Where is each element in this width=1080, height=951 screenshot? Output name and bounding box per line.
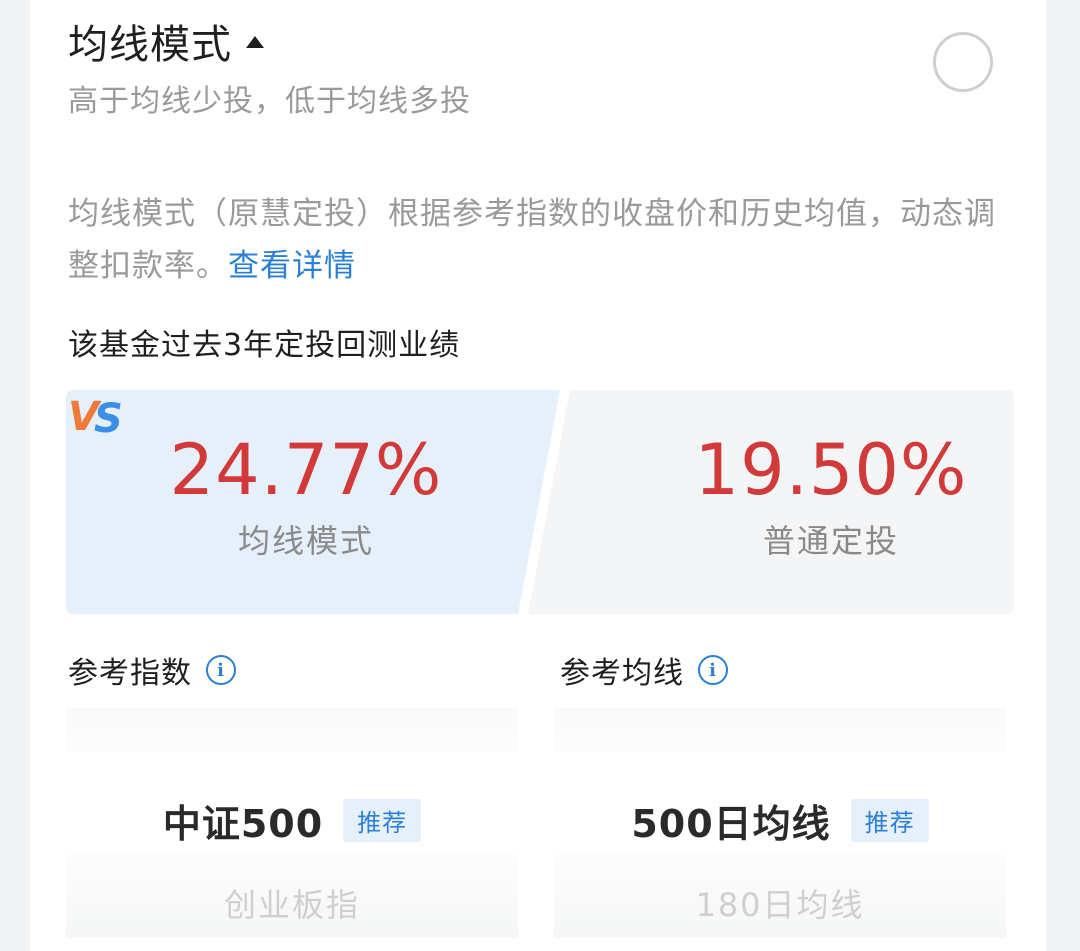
radio-unchecked-icon[interactable] <box>933 32 993 92</box>
selected-ma-option: 500日均线 <box>631 801 831 846</box>
ma-mode-return-value: 24.77% <box>169 429 443 511</box>
picker-fade-top <box>554 708 1006 752</box>
mode-description: 均线模式（原慧定投）根据参考指数的收盘价和历史均值，动态调整扣款率。查看详情 <box>68 188 1008 292</box>
mode-subtitle: 高于均线少投，低于均线多投 <box>68 84 471 119</box>
recommended-badge: 推荐 <box>850 798 929 842</box>
recommended-badge: 推荐 <box>343 798 422 842</box>
reference-index-title: 参考指数 <box>68 656 192 691</box>
regular-plan-return: 19.50% 普通定投 <box>641 430 1021 562</box>
picker-selected-row[interactable]: 中证500 推荐 <box>66 792 518 848</box>
reference-ma-title: 参考均线 <box>560 656 684 691</box>
selected-index-option: 中证500 <box>162 801 324 846</box>
backtest-title: 该基金过去3年定投回测业绩 <box>68 328 461 363</box>
backtest-comparison: 24.77% 均线模式 V S 19.50% 普通定投 <box>66 390 1014 614</box>
picker-option[interactable]: 180日均线 <box>554 880 1006 926</box>
info-icon[interactable]: i <box>206 655 236 685</box>
ma-mode-return: 24.77% 均线模式 <box>116 430 496 562</box>
svg-text:S: S <box>94 396 123 440</box>
vs-icon: V S <box>68 394 123 440</box>
regular-plan-return-label: 普通定投 <box>762 522 899 560</box>
reference-ma-picker[interactable]: 500日均线 推荐 180日均线 <box>554 708 1006 938</box>
regular-plan-return-value: 19.50% <box>694 429 968 511</box>
caret-up-icon <box>246 36 264 48</box>
picker-option[interactable]: 创业板指 <box>66 880 518 926</box>
description-text: 均线模式（原慧定投）根据参考指数的收盘价和历史均值，动态调整扣款率。 <box>68 196 996 284</box>
info-icon[interactable]: i <box>698 655 728 685</box>
mode-title-toggle[interactable]: 均线模式 <box>68 12 264 70</box>
reference-index-header: 参考指数 i <box>68 648 236 692</box>
mode-title: 均线模式 <box>68 22 232 68</box>
details-link[interactable]: 查看详情 <box>228 248 356 284</box>
reference-index-picker[interactable]: 中证500 推荐 创业板指 <box>66 708 518 938</box>
ma-mode-return-label: 均线模式 <box>237 522 374 560</box>
picker-fade-top <box>66 708 518 752</box>
mode-card: 均线模式 高于均线少投，低于均线多投 均线模式（原慧定投）根据参考指数的收盘价和… <box>30 0 1046 951</box>
picker-selected-row[interactable]: 500日均线 推荐 <box>554 792 1006 848</box>
reference-ma-header: 参考均线 i <box>560 648 728 692</box>
